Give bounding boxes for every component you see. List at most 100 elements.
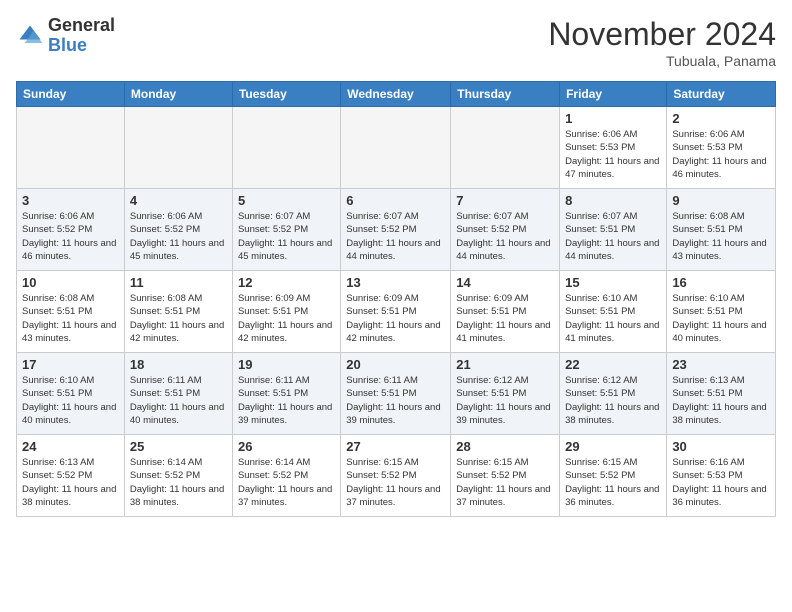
day-info: Sunrise: 6:10 AMSunset: 5:51 PMDaylight:… — [22, 374, 119, 427]
calendar-cell — [124, 107, 232, 189]
calendar-cell: 9 Sunrise: 6:08 AMSunset: 5:51 PMDaylight… — [667, 189, 776, 271]
calendar-cell: 1Sunrise: 6:06 AMSunset: 5:53 PMDaylight… — [560, 107, 667, 189]
day-number: 3 — [22, 193, 119, 208]
calendar-cell: 11 Sunrise: 6:08 AMSunset: 5:51 PMDayligh… — [124, 271, 232, 353]
day-info: Sunrise: 6:08 AMSunset: 5:51 PMDaylight:… — [672, 210, 770, 263]
day-info: Sunrise: 6:14 AMSunset: 5:52 PMDaylight:… — [238, 456, 335, 509]
day-info: Sunrise: 6:11 AMSunset: 5:51 PMDaylight:… — [346, 374, 445, 427]
calendar-cell: 13 Sunrise: 6:09 AMSunset: 5:51 PMDayligh… — [341, 271, 451, 353]
day-info: Sunrise: 6:16 AMSunset: 5:53 PMDaylight:… — [672, 456, 770, 509]
day-info: Sunrise: 6:10 AMSunset: 5:51 PMDaylight:… — [565, 292, 661, 345]
day-number: 10 — [22, 275, 119, 290]
day-number: 2 — [672, 111, 770, 126]
day-number: 20 — [346, 357, 445, 372]
weekday-header-thursday: Thursday — [451, 82, 560, 107]
day-info: Sunrise: 6:06 AMSunset: 5:52 PMDaylight:… — [22, 210, 119, 263]
day-number: 19 — [238, 357, 335, 372]
day-info: Sunrise: 6:11 AMSunset: 5:51 PMDaylight:… — [238, 374, 335, 427]
calendar-cell: 24Sunrise: 6:13 AMSunset: 5:52 PMDayligh… — [17, 435, 125, 517]
day-number: 16 — [672, 275, 770, 290]
day-number: 9 — [672, 193, 770, 208]
calendar-cell — [17, 107, 125, 189]
header: General Blue November 2024 Tubuala, Pana… — [16, 16, 776, 69]
calendar-week-row: 1Sunrise: 6:06 AMSunset: 5:53 PMDaylight… — [17, 107, 776, 189]
calendar-table: SundayMondayTuesdayWednesdayThursdayFrid… — [16, 81, 776, 517]
day-info: Sunrise: 6:12 AMSunset: 5:51 PMDaylight:… — [565, 374, 661, 427]
weekday-header-wednesday: Wednesday — [341, 82, 451, 107]
calendar-cell: 26Sunrise: 6:14 AMSunset: 5:52 PMDayligh… — [232, 435, 340, 517]
calendar-cell: 19 Sunrise: 6:11 AMSunset: 5:51 PMDayligh… — [232, 353, 340, 435]
day-info: Sunrise: 6:15 AMSunset: 5:52 PMDaylight:… — [346, 456, 445, 509]
day-number: 6 — [346, 193, 445, 208]
calendar-cell: 28Sunrise: 6:15 AMSunset: 5:52 PMDayligh… — [451, 435, 560, 517]
day-info: Sunrise: 6:09 AMSunset: 5:51 PMDaylight:… — [346, 292, 445, 345]
logo: General Blue — [16, 16, 115, 56]
logo-blue-text: Blue — [48, 35, 87, 55]
day-number: 8 — [565, 193, 661, 208]
calendar-cell: 17 Sunrise: 6:10 AMSunset: 5:51 PMDayligh… — [17, 353, 125, 435]
calendar-cell: 2 Sunrise: 6:06 AMSunset: 5:53 PMDaylight… — [667, 107, 776, 189]
calendar-cell: 20 Sunrise: 6:11 AMSunset: 5:51 PMDayligh… — [341, 353, 451, 435]
calendar-cell: 4 Sunrise: 6:06 AMSunset: 5:52 PMDaylight… — [124, 189, 232, 271]
weekday-header-friday: Friday — [560, 82, 667, 107]
day-number: 24 — [22, 439, 119, 454]
calendar-cell: 22 Sunrise: 6:12 AMSunset: 5:51 PMDayligh… — [560, 353, 667, 435]
calendar-cell: 12 Sunrise: 6:09 AMSunset: 5:51 PMDayligh… — [232, 271, 340, 353]
day-info: Sunrise: 6:09 AMSunset: 5:51 PMDaylight:… — [238, 292, 335, 345]
day-info: Sunrise: 6:13 AMSunset: 5:51 PMDaylight:… — [672, 374, 770, 427]
calendar-cell: 23 Sunrise: 6:13 AMSunset: 5:51 PMDayligh… — [667, 353, 776, 435]
calendar-week-row: 10 Sunrise: 6:08 AMSunset: 5:51 PMDayligh… — [17, 271, 776, 353]
calendar-cell: 10 Sunrise: 6:08 AMSunset: 5:51 PMDayligh… — [17, 271, 125, 353]
calendar-cell — [451, 107, 560, 189]
day-number: 21 — [456, 357, 554, 372]
day-number: 5 — [238, 193, 335, 208]
day-info: Sunrise: 6:09 AMSunset: 5:51 PMDaylight:… — [456, 292, 554, 345]
calendar-cell: 25Sunrise: 6:14 AMSunset: 5:52 PMDayligh… — [124, 435, 232, 517]
logo-general-text: General — [48, 15, 115, 35]
weekday-header-monday: Monday — [124, 82, 232, 107]
calendar-week-row: 17 Sunrise: 6:10 AMSunset: 5:51 PMDayligh… — [17, 353, 776, 435]
day-info: Sunrise: 6:12 AMSunset: 5:51 PMDaylight:… — [456, 374, 554, 427]
calendar-week-row: 3 Sunrise: 6:06 AMSunset: 5:52 PMDaylight… — [17, 189, 776, 271]
day-info: Sunrise: 6:15 AMSunset: 5:52 PMDaylight:… — [565, 456, 661, 509]
calendar-cell — [341, 107, 451, 189]
calendar-cell: 29Sunrise: 6:15 AMSunset: 5:52 PMDayligh… — [560, 435, 667, 517]
day-info: Sunrise: 6:07 AMSunset: 5:51 PMDaylight:… — [565, 210, 661, 263]
logo-icon — [16, 22, 44, 50]
day-number: 4 — [130, 193, 227, 208]
calendar-cell: 27 Sunrise: 6:15 AMSunset: 5:52 PMDayligh… — [341, 435, 451, 517]
weekday-header-tuesday: Tuesday — [232, 82, 340, 107]
day-info: Sunrise: 6:11 AMSunset: 5:51 PMDaylight:… — [130, 374, 227, 427]
day-number: 25 — [130, 439, 227, 454]
day-number: 23 — [672, 357, 770, 372]
day-number: 30 — [672, 439, 770, 454]
calendar-cell: 15Sunrise: 6:10 AMSunset: 5:51 PMDayligh… — [560, 271, 667, 353]
day-number: 11 — [130, 275, 227, 290]
calendar-week-row: 24Sunrise: 6:13 AMSunset: 5:52 PMDayligh… — [17, 435, 776, 517]
day-info: Sunrise: 6:07 AMSunset: 5:52 PMDaylight:… — [456, 210, 554, 263]
day-number: 27 — [346, 439, 445, 454]
month-title: November 2024 — [548, 16, 776, 53]
day-info: Sunrise: 6:08 AMSunset: 5:51 PMDaylight:… — [22, 292, 119, 345]
weekday-header-row: SundayMondayTuesdayWednesdayThursdayFrid… — [17, 82, 776, 107]
calendar-cell: 8 Sunrise: 6:07 AMSunset: 5:51 PMDaylight… — [560, 189, 667, 271]
day-number: 12 — [238, 275, 335, 290]
day-info: Sunrise: 6:06 AMSunset: 5:52 PMDaylight:… — [130, 210, 227, 263]
day-info: Sunrise: 6:06 AMSunset: 5:53 PMDaylight:… — [565, 128, 661, 181]
calendar-cell: 5Sunrise: 6:07 AMSunset: 5:52 PMDaylight… — [232, 189, 340, 271]
calendar-cell: 18Sunrise: 6:11 AMSunset: 5:51 PMDayligh… — [124, 353, 232, 435]
calendar-cell: 14 Sunrise: 6:09 AMSunset: 5:51 PMDayligh… — [451, 271, 560, 353]
calendar-cell: 7Sunrise: 6:07 AMSunset: 5:52 PMDaylight… — [451, 189, 560, 271]
day-number: 17 — [22, 357, 119, 372]
day-number: 22 — [565, 357, 661, 372]
day-number: 13 — [346, 275, 445, 290]
day-info: Sunrise: 6:08 AMSunset: 5:51 PMDaylight:… — [130, 292, 227, 345]
day-number: 28 — [456, 439, 554, 454]
weekday-header-sunday: Sunday — [17, 82, 125, 107]
location-subtitle: Tubuala, Panama — [548, 53, 776, 69]
weekday-header-saturday: Saturday — [667, 82, 776, 107]
day-info: Sunrise: 6:06 AMSunset: 5:53 PMDaylight:… — [672, 128, 770, 181]
day-info: Sunrise: 6:10 AMSunset: 5:51 PMDaylight:… — [672, 292, 770, 345]
calendar-cell: 16 Sunrise: 6:10 AMSunset: 5:51 PMDayligh… — [667, 271, 776, 353]
day-number: 14 — [456, 275, 554, 290]
